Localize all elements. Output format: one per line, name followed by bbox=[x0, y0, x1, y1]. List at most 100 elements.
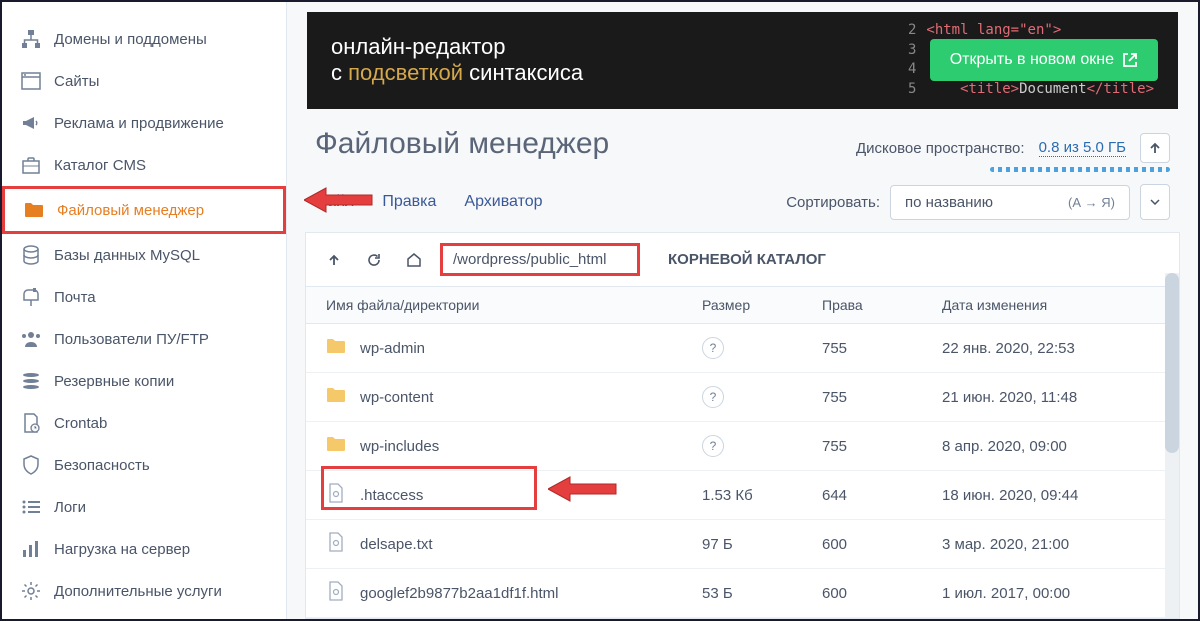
file-icon bbox=[326, 581, 346, 605]
sidebar-item-crontab[interactable]: Crontab bbox=[2, 402, 286, 444]
file-menu-bar: Файл Правка Архиватор bbox=[315, 193, 543, 211]
file-perm: 600 bbox=[822, 585, 942, 602]
menu-edit[interactable]: Правка bbox=[382, 193, 436, 211]
sidebar-item-label: Реклама и продвижение bbox=[54, 115, 224, 132]
file-date: 18 июн. 2020, 09:44 bbox=[942, 487, 1159, 504]
path-bar: /wordpress/public_html КОРНЕВОЙ КАТАЛОГ bbox=[306, 233, 1179, 287]
table-header: Имя файла/директории Размер Права Дата и… bbox=[306, 287, 1179, 324]
shield-icon bbox=[20, 454, 42, 476]
col-date[interactable]: Дата изменения bbox=[942, 297, 1159, 313]
sidebar: Домены и поддомены Сайты Реклама и продв… bbox=[2, 2, 287, 619]
size-unknown-icon[interactable]: ? bbox=[702, 435, 724, 457]
file-size: ? bbox=[702, 386, 822, 408]
sidebar-item-backup[interactable]: Резервные копии bbox=[2, 360, 286, 402]
sort-dropdown-caret[interactable] bbox=[1140, 184, 1170, 220]
disk-value[interactable]: 0.8 из 5.0 ГБ bbox=[1039, 139, 1126, 157]
file-size: ? bbox=[702, 435, 822, 457]
file-row[interactable]: wp-content?75521 июн. 2020, 11:48 bbox=[306, 373, 1179, 422]
sidebar-item-logs[interactable]: Логи bbox=[2, 486, 286, 528]
file-panel: /wordpress/public_html КОРНЕВОЙ КАТАЛОГ … bbox=[305, 232, 1180, 619]
main-content: онлайн-редактор с подсветкой синтаксиса … bbox=[287, 2, 1198, 619]
col-perm[interactable]: Права bbox=[822, 297, 942, 313]
up-button[interactable] bbox=[320, 246, 348, 274]
editor-banner: онлайн-редактор с подсветкой синтаксиса … bbox=[307, 12, 1178, 109]
bar-chart-icon bbox=[20, 538, 42, 560]
col-name[interactable]: Имя файла/директории bbox=[326, 297, 702, 313]
menu-file[interactable]: Файл bbox=[315, 193, 354, 211]
database-icon bbox=[20, 244, 42, 266]
disk-label: Дисковое пространство: bbox=[856, 140, 1025, 157]
sidebar-item-label: Логи bbox=[54, 499, 86, 516]
file-name: wp-admin bbox=[360, 340, 425, 357]
mailbox-icon bbox=[20, 286, 42, 308]
file-perm: 644 bbox=[822, 487, 942, 504]
banner-text: онлайн-редактор с подсветкой синтаксиса bbox=[331, 34, 583, 86]
stack-icon bbox=[20, 370, 42, 392]
upload-button[interactable] bbox=[1140, 133, 1170, 163]
file-date: 21 июн. 2020, 11:48 bbox=[942, 389, 1159, 406]
file-size: 97 Б bbox=[702, 536, 822, 553]
file-size: 53 Б bbox=[702, 585, 822, 602]
file-date: 22 янв. 2020, 22:53 bbox=[942, 340, 1159, 357]
sidebar-item-mysql[interactable]: Базы данных MySQL bbox=[2, 234, 286, 276]
sidebar-item-label: Файловый менеджер bbox=[57, 202, 204, 219]
menu-archive[interactable]: Архиватор bbox=[464, 193, 542, 211]
sort-value: по названию bbox=[905, 194, 993, 211]
sidebar-item-extra[interactable]: Дополнительные услуги bbox=[2, 570, 286, 612]
sort-label: Сортировать: bbox=[786, 194, 880, 211]
home-button[interactable] bbox=[400, 246, 428, 274]
sidebar-item-domains[interactable]: Домены и поддомены bbox=[2, 18, 286, 60]
file-name: googlef2b9877b2aa1df1f.html bbox=[360, 585, 559, 602]
folder-icon bbox=[326, 385, 346, 409]
banner-button-label: Открыть в новом окне bbox=[950, 51, 1114, 69]
file-row[interactable]: wp-includes? 7558 апр. 2020, 09:00 bbox=[306, 422, 1179, 471]
folder-icon bbox=[326, 336, 346, 360]
file-name: wp-includes bbox=[360, 438, 439, 455]
disk-space-info: Дисковое пространство: 0.8 из 5.0 ГБ bbox=[856, 133, 1170, 163]
page-title: Файловый менеджер bbox=[315, 127, 609, 161]
file-icon bbox=[326, 532, 346, 556]
sidebar-item-load[interactable]: Нагрузка на сервер bbox=[2, 528, 286, 570]
sidebar-item-users[interactable]: Пользователи ПУ/FTP bbox=[2, 318, 286, 360]
path-input[interactable]: /wordpress/public_html bbox=[440, 243, 640, 276]
folder-icon bbox=[326, 434, 346, 458]
sidebar-item-advert[interactable]: Реклама и продвижение bbox=[2, 102, 286, 144]
sidebar-item-cms[interactable]: Каталог CMS bbox=[2, 144, 286, 186]
sort-select[interactable]: по названию (А → Я) bbox=[890, 185, 1130, 220]
file-name: wp-content bbox=[360, 389, 433, 406]
briefcase-icon bbox=[20, 154, 42, 176]
file-row[interactable]: .htaccess1.53 Кб64418 июн. 2020, 09:44 bbox=[306, 471, 1179, 520]
sidebar-item-label: Безопасность bbox=[54, 457, 150, 474]
sitemap-icon bbox=[20, 28, 42, 50]
megaphone-icon bbox=[20, 112, 42, 134]
external-link-icon bbox=[1122, 52, 1138, 68]
sidebar-item-sites[interactable]: Сайты bbox=[2, 60, 286, 102]
sidebar-item-label: Пользователи ПУ/FTP bbox=[54, 331, 209, 348]
file-date: 1 июл. 2017, 00:00 bbox=[942, 585, 1159, 602]
refresh-button[interactable] bbox=[360, 246, 388, 274]
file-name: delsape.txt bbox=[360, 536, 433, 553]
sidebar-item-label: Почта bbox=[54, 289, 96, 306]
size-unknown-icon[interactable]: ? bbox=[702, 337, 724, 359]
col-size[interactable]: Размер bbox=[702, 297, 822, 313]
file-size: ? bbox=[702, 337, 822, 359]
open-new-window-button[interactable]: Открыть в новом окне bbox=[930, 39, 1158, 81]
file-perm: 755 bbox=[822, 340, 942, 357]
sidebar-item-mail[interactable]: Почта bbox=[2, 276, 286, 318]
file-row[interactable]: delsape.txt97 Б6003 мар. 2020, 21:00 bbox=[306, 520, 1179, 569]
sort-order: (А → Я) bbox=[1068, 195, 1115, 210]
window-icon bbox=[20, 70, 42, 92]
file-date: 8 апр. 2020, 09:00 bbox=[942, 438, 1159, 455]
scrollbar-thumb[interactable] bbox=[1165, 273, 1179, 453]
sidebar-item-security[interactable]: Безопасность bbox=[2, 444, 286, 486]
sidebar-item-filemanager[interactable]: Файловый менеджер bbox=[2, 186, 286, 234]
file-perm: 755 bbox=[822, 438, 942, 455]
folder-icon bbox=[23, 199, 45, 221]
file-perm: 600 bbox=[822, 536, 942, 553]
size-unknown-icon[interactable]: ? bbox=[702, 386, 724, 408]
file-row[interactable]: googlef2b9877b2aa1df1f.html 53 Б6001 июл.… bbox=[306, 569, 1179, 618]
sidebar-item-label: Crontab bbox=[54, 415, 107, 432]
document-clock-icon bbox=[20, 412, 42, 434]
file-list: wp-admin?75522 янв. 2020, 22:53wp-conten… bbox=[306, 324, 1179, 618]
file-row[interactable]: wp-admin? 75522 янв. 2020, 22:53 bbox=[306, 324, 1179, 373]
